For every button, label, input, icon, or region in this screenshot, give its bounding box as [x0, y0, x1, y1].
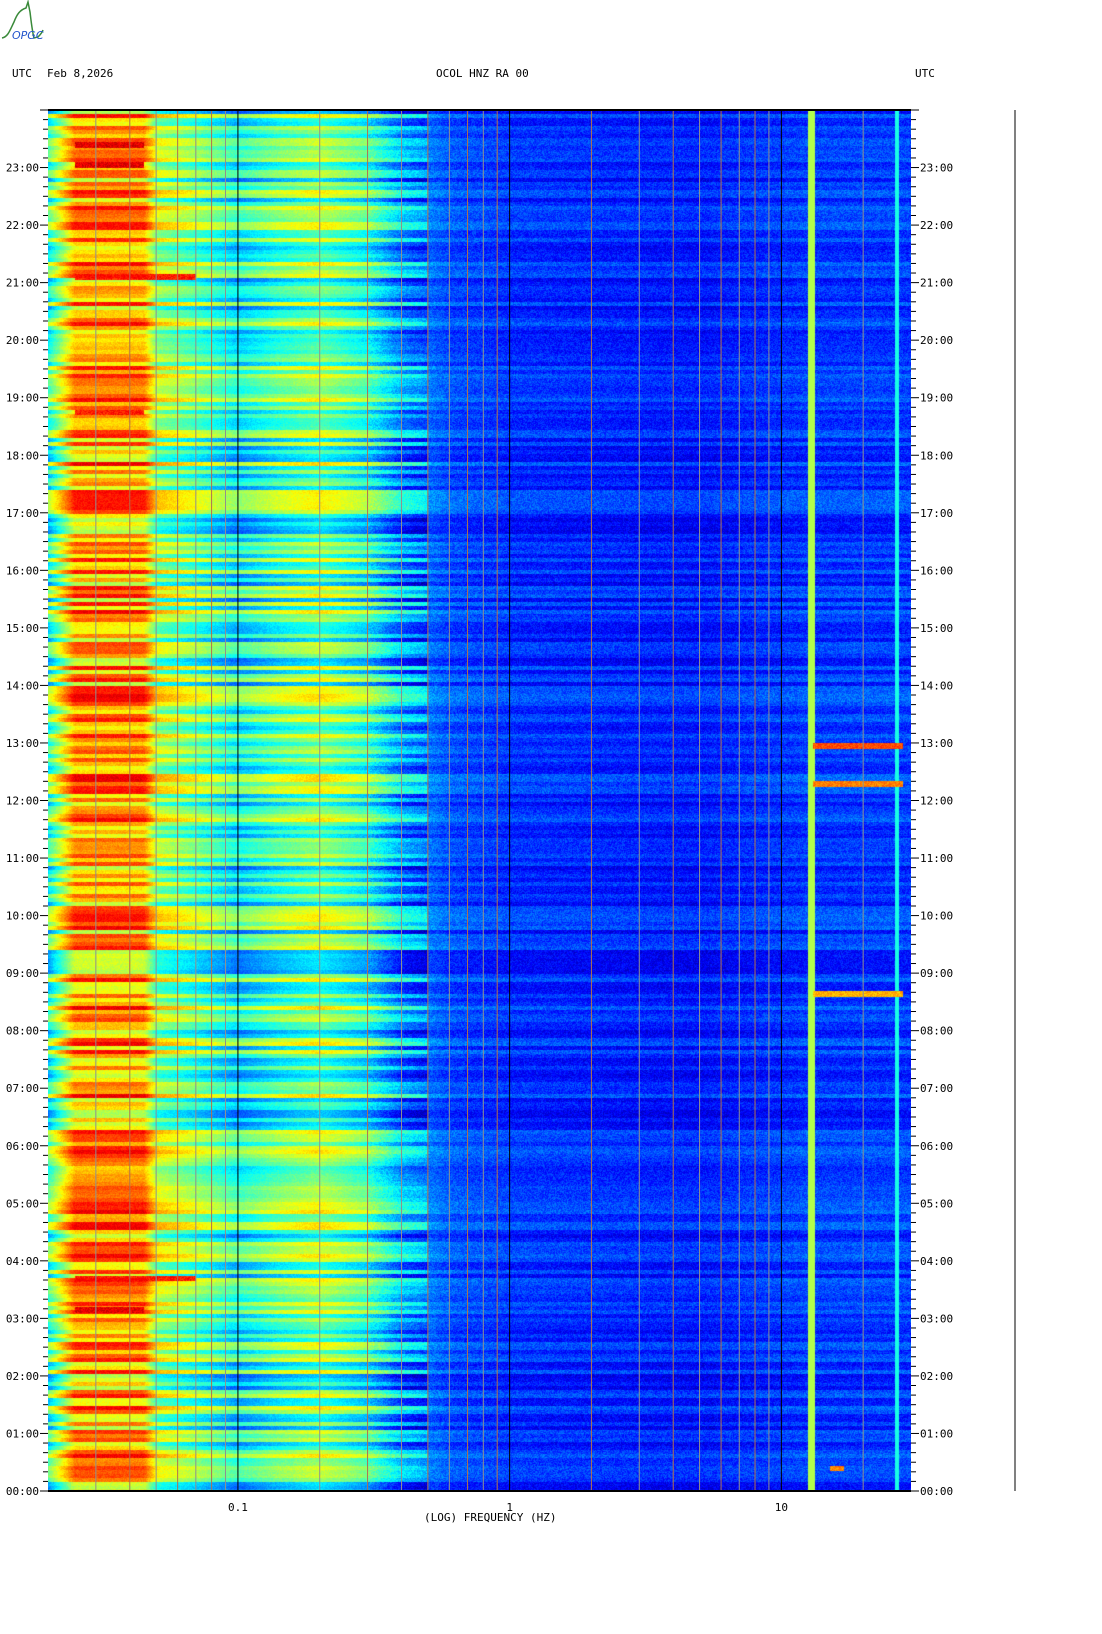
y-tick-label-left: 19:00	[6, 392, 39, 405]
y-tick-label-left: 17:00	[6, 507, 39, 520]
y-tick-label-right: 17:00	[920, 507, 953, 520]
y-tick-label-left: 23:00	[6, 162, 39, 175]
y-tick-label-right: 19:00	[920, 392, 953, 405]
y-tick-label-right: 15:00	[920, 622, 953, 635]
y-tick-label-left: 22:00	[6, 219, 39, 232]
y-tick-label-right: 08:00	[920, 1025, 953, 1038]
y-tick-label-left: 03:00	[6, 1312, 39, 1325]
y-tick-label-right: 21:00	[920, 277, 953, 290]
y-tick-label-left: 04:00	[6, 1255, 39, 1268]
x-axis-label: (LOG) FREQUENCY (HZ)	[424, 1511, 557, 1524]
y-tick-label-left: 08:00	[6, 1025, 39, 1038]
y-tick-label-right: 07:00	[920, 1082, 953, 1095]
y-tick-label-right: 20:00	[920, 334, 953, 347]
y-tick-label-right: 04:00	[920, 1255, 953, 1268]
x-tick-label: 0.1	[228, 1501, 248, 1514]
y-tick-label-left: 07:00	[6, 1082, 39, 1095]
y-tick-label-right: 06:00	[920, 1140, 953, 1153]
y-tick-label-left: 14:00	[6, 679, 39, 692]
y-tick-label-left: 11:00	[6, 852, 39, 865]
y-tick-label-left: 15:00	[6, 622, 39, 635]
y-tick-label-left: 20:00	[6, 334, 39, 347]
y-tick-label-left: 21:00	[6, 277, 39, 290]
y-tick-label-left: 10:00	[6, 910, 39, 923]
y-tick-label-left: 01:00	[6, 1427, 39, 1440]
y-tick-label-left: 18:00	[6, 449, 39, 462]
y-tick-label-right: 09:00	[920, 967, 953, 980]
y-tick-label-right: 11:00	[920, 852, 953, 865]
y-tick-label-right: 16:00	[920, 564, 953, 577]
y-tick-label-left: 13:00	[6, 737, 39, 750]
y-tick-label-right: 02:00	[920, 1370, 953, 1383]
y-tick-label-left: 05:00	[6, 1197, 39, 1210]
y-tick-label-left: 02:00	[6, 1370, 39, 1383]
y-tick-label-right: 12:00	[920, 795, 953, 808]
x-tick-label: 10	[775, 1501, 788, 1514]
y-tick-label-right: 05:00	[920, 1197, 953, 1210]
y-tick-label-right: 13:00	[920, 737, 953, 750]
y-tick-label-left: 12:00	[6, 795, 39, 808]
y-tick-label-left: 16:00	[6, 564, 39, 577]
y-tick-label-left: 09:00	[6, 967, 39, 980]
y-tick-label-right: 10:00	[920, 910, 953, 923]
y-tick-label-right: 23:00	[920, 162, 953, 175]
chart-axes: 00:00 00:00 01:00 01:00 02:00 02:00 03:00 03:00…	[6, 109, 1016, 1514]
y-tick-label-right: 18:00	[920, 449, 953, 462]
y-tick-label-right: 01:00	[920, 1427, 953, 1440]
y-tick-label-right: 00:00	[920, 1485, 953, 1498]
y-tick-label-right: 14:00	[920, 679, 953, 692]
y-tick-label-right: 03:00	[920, 1312, 953, 1325]
y-tick-label-left: 06:00	[6, 1140, 39, 1153]
y-tick-label-right: 22:00	[920, 219, 953, 232]
y-tick-label-left: 00:00	[6, 1485, 39, 1498]
